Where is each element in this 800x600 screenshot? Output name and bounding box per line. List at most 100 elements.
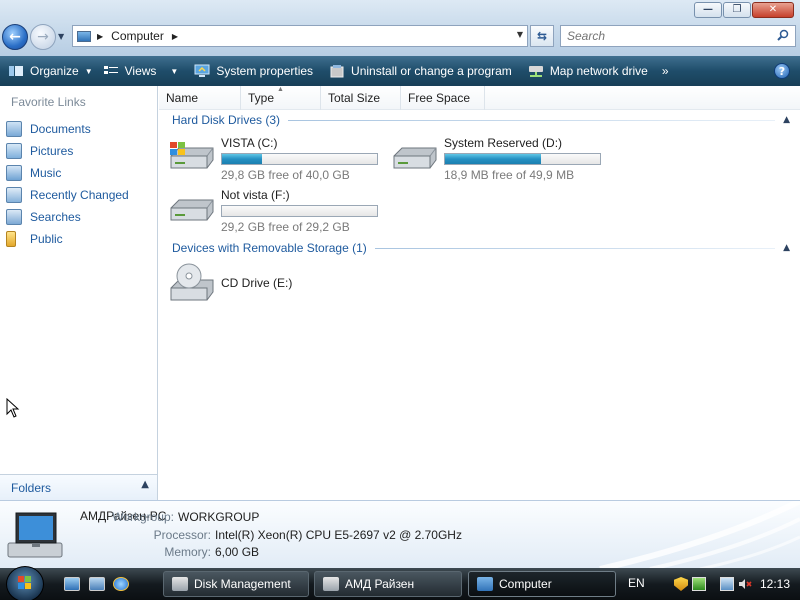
favorite-links-list: Documents Pictures Music Recently Change… — [6, 118, 129, 250]
breadcrumb-expand-icon[interactable]: ▶ — [172, 32, 178, 41]
network-icon[interactable] — [720, 577, 734, 591]
searches-icon — [6, 209, 22, 225]
show-desktop-icon[interactable] — [64, 577, 80, 591]
breadcrumb-separator-icon[interactable]: ▶ — [97, 32, 103, 41]
group-divider — [288, 119, 776, 121]
column-header-type[interactable]: ▲ Type — [241, 86, 321, 110]
more-commands-button[interactable]: » — [658, 56, 673, 86]
map-network-drive-button[interactable]: Map network drive — [524, 56, 652, 86]
minimize-icon: — — [703, 4, 713, 15]
search-input[interactable] — [567, 29, 777, 43]
back-button[interactable]: ← — [2, 24, 28, 50]
favorite-links-title: Favorite Links — [11, 95, 86, 109]
sort-up-icon: ▲ — [277, 86, 284, 93]
taskbar-item-computer[interactable]: Computer — [468, 571, 616, 597]
sidebar-item-label: Searches — [30, 210, 81, 224]
window-controls: — ❐ ✕ — [694, 2, 794, 18]
breadcrumb-computer[interactable]: Computer — [111, 29, 164, 43]
drive-usage-fill — [222, 154, 262, 164]
taskbar-item-amd-ryzen[interactable]: АМД Райзен — [314, 571, 462, 597]
address-dropdown-icon[interactable]: ▼ — [517, 30, 523, 39]
sidebar-item-pictures[interactable]: Pictures — [6, 140, 129, 162]
sidebar-item-label: Documents — [30, 122, 91, 136]
maximize-button[interactable]: ❐ — [723, 2, 751, 18]
close-button[interactable]: ✕ — [752, 2, 794, 18]
sidebar-item-recently-changed[interactable]: Recently Changed — [6, 184, 129, 206]
minimize-button[interactable]: — — [694, 2, 722, 18]
sidebar-item-label: Music — [30, 166, 62, 180]
forward-arrow-icon: → — [37, 29, 49, 45]
sidebar-item-label: Public — [30, 232, 63, 246]
drive-item[interactable]: Not vista (F:) 29,2 GB free of 29,2 GB — [167, 186, 378, 238]
windows-logo-icon — [18, 576, 31, 589]
command-bar: Organize ▼ Views ▼ System properties Uni… — [0, 56, 800, 86]
details-pane: АМДРайзен-PC Workgroup: WORKGROUP Process… — [0, 500, 800, 569]
refresh-icon: ⇆ — [536, 29, 548, 43]
taskbar: Disk Management АМД Райзен Computer EN 1… — [0, 566, 800, 600]
workgroup-value: WORKGROUP — [178, 510, 260, 524]
chevron-up-icon[interactable]: ▲ — [783, 243, 790, 253]
column-header-name[interactable]: Name — [159, 86, 241, 110]
cd-drive-icon — [170, 263, 214, 301]
taskbar-item-disk-management[interactable]: Disk Management — [163, 571, 309, 597]
organize-button[interactable]: Organize ▼ — [4, 56, 97, 86]
address-bar[interactable]: ▶ Computer ▶ ▼ — [72, 25, 528, 47]
language-indicator[interactable]: EN — [628, 576, 645, 590]
organize-label: Organize — [30, 64, 79, 78]
recent-pages-dropdown[interactable]: ▼ — [58, 32, 64, 41]
close-icon: ✕ — [768, 4, 778, 15]
back-arrow-icon: ← — [9, 29, 21, 45]
group-header-hard-disk-drives[interactable]: Hard Disk Drives (3) ▲ — [172, 112, 792, 128]
workgroup-row: Workgroup: WORKGROUP — [100, 510, 259, 524]
views-button[interactable]: Views ▼ — [99, 56, 183, 86]
system-properties-button[interactable]: System properties — [190, 56, 317, 86]
views-icon — [103, 66, 118, 74]
public-folder-icon — [6, 231, 16, 247]
sidebar-item-documents[interactable]: Documents — [6, 118, 129, 140]
views-label: Views — [124, 64, 157, 78]
drive-item[interactable]: System Reserved (D:) 18,9 MB free of 49,… — [390, 134, 601, 186]
sidebar-item-public[interactable]: Public — [6, 228, 129, 250]
clock[interactable]: 12:13 — [760, 577, 790, 591]
system-properties-icon — [194, 64, 210, 77]
refresh-button[interactable]: ⇆ — [530, 25, 554, 47]
drive-name: System Reserved (D:) — [444, 136, 563, 150]
chevron-down-icon: ▼ — [170, 66, 179, 76]
search-box[interactable] — [560, 25, 796, 47]
drive-usage-fill — [445, 154, 542, 164]
organize-icon — [9, 66, 23, 76]
drive-item[interactable]: CD Drive (E:) — [167, 262, 292, 314]
uninstall-program-label: Uninstall or change a program — [351, 64, 512, 78]
sidebar-item-music[interactable]: Music — [6, 162, 129, 184]
column-header-free-space[interactable]: Free Space — [401, 86, 485, 110]
drive-free-space: 29,8 GB free of 40,0 GB — [221, 168, 350, 182]
music-icon — [6, 165, 22, 181]
drive-item[interactable]: VISTA (C:) 29,8 GB free of 40,0 GB — [167, 134, 378, 186]
uninstall-program-button[interactable]: Uninstall or change a program — [325, 56, 516, 86]
chevron-up-icon[interactable]: ▲ — [783, 115, 790, 125]
volume-muted-icon[interactable] — [738, 577, 752, 591]
drive-name: Not vista (F:) — [221, 188, 290, 202]
sidebar-item-searches[interactable]: Searches — [6, 206, 129, 228]
processor-row: Processor: Intel(R) Xeon(R) CPU E5-2697 v… — [137, 528, 462, 542]
forward-button[interactable]: → — [30, 24, 56, 50]
folders-toggle[interactable]: Folders ▲ — [0, 474, 157, 500]
taskbar-item-label: Disk Management — [194, 577, 291, 591]
help-icon[interactable]: ? — [774, 63, 790, 79]
workgroup-label: Workgroup: — [112, 510, 174, 524]
column-header-total-size[interactable]: Total Size — [321, 86, 401, 110]
recently-changed-icon — [6, 187, 22, 203]
internet-explorer-icon[interactable] — [113, 577, 129, 591]
system-properties-label: System properties — [216, 64, 314, 78]
safely-remove-icon[interactable] — [692, 577, 706, 591]
folders-label: Folders — [11, 480, 52, 495]
uninstall-program-icon — [330, 65, 344, 78]
start-button[interactable] — [6, 566, 44, 600]
switch-windows-icon[interactable] — [89, 577, 105, 591]
search-icon[interactable] — [777, 29, 789, 41]
content-pane: Name ▲ Type Total Size Free Space Hard Di… — [159, 86, 800, 500]
window-titlebar: — ❐ ✕ ← → ▼ ▶ Computer ▶ ▼ ⇆ — [0, 0, 800, 56]
window-icon — [323, 577, 339, 591]
security-shield-icon[interactable] — [674, 577, 688, 591]
group-header-removable-storage[interactable]: Devices with Removable Storage (1) ▲ — [172, 240, 792, 256]
